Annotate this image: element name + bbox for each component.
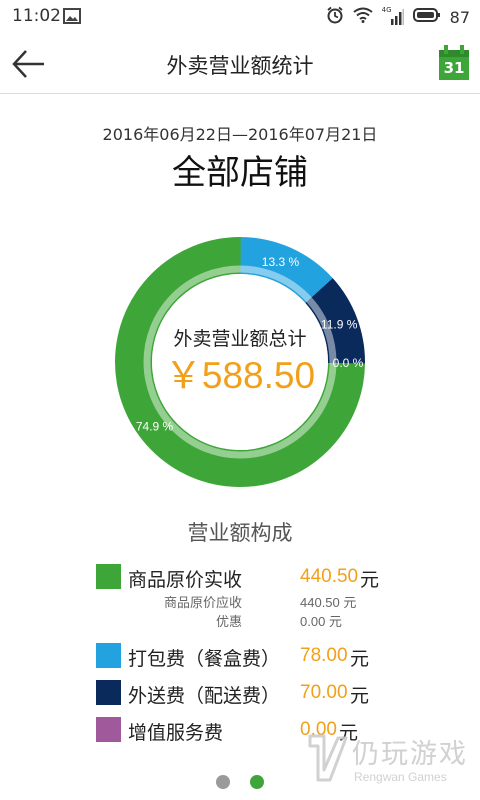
legend-row-packing: 打包费（餐盒费） 78.00 元 — [96, 643, 436, 670]
legend-swatch — [96, 564, 121, 589]
legend-label: 增值服务费 — [128, 722, 224, 744]
legend-amount: 440.50 — [300, 566, 359, 587]
donut-percent-label: 74.9 % — [136, 419, 174, 433]
legend-unit: 元 — [360, 569, 380, 591]
legend-unit: 元 — [350, 648, 370, 670]
page-title: 外卖营业额统计 — [166, 54, 314, 78]
watermark-cn: 仍玩游戏 — [352, 739, 468, 770]
legend-swatch — [96, 643, 121, 668]
alarm-icon — [326, 6, 344, 28]
sub-value: 440.50 元 — [300, 595, 357, 610]
watermark-logo-icon — [308, 734, 348, 782]
watermark: 仍玩游戏 Rengwan Games — [302, 728, 472, 790]
legend-row-delivery: 外送费（配送费） 70.00 元 — [96, 680, 436, 707]
battery-level: 87 — [449, 7, 470, 27]
donut-percent-label: 13.3 % — [262, 255, 300, 269]
watermark-en: Rengwan Games — [354, 770, 447, 784]
page-dot[interactable] — [250, 775, 264, 789]
legend-label: 打包费（餐盒费） — [128, 648, 281, 670]
battery-icon — [412, 7, 441, 27]
wifi-icon — [353, 7, 373, 27]
sub-row-discount: 优惠 0.00 元 — [96, 611, 436, 630]
legend-label: 外送费（配送费） — [128, 685, 281, 707]
app-bar: 外卖营业额统计 31 — [0, 34, 480, 94]
calendar-button[interactable]: 31 — [438, 45, 470, 81]
sub-label: 优惠 — [215, 615, 242, 630]
legend-swatch — [96, 680, 121, 705]
legend-amount: 78.00 — [300, 645, 348, 666]
sub-label: 商品原价应收 — [163, 596, 242, 611]
calendar-day: 31 — [443, 59, 465, 77]
status-time: 11:02 — [12, 6, 61, 26]
breakdown-title: 营业额构成 — [187, 521, 293, 545]
legend-amount: 70.00 — [300, 682, 348, 703]
sub-row-receivable: 商品原价应收 440.50 元 — [96, 592, 436, 611]
date-range[interactable]: 2016年06月22日—2016年07月21日 — [0, 121, 480, 145]
legend-swatch — [96, 717, 121, 742]
legend-row-goods: 商品原价实收 440.50 元 — [96, 564, 436, 591]
status-icons: 4G 87 — [326, 6, 470, 28]
legend-unit: 元 — [350, 685, 370, 707]
page-dot[interactable] — [216, 775, 230, 789]
image-icon — [63, 8, 81, 28]
status-bar: 11:02 4G 87 — [0, 0, 480, 34]
signal-icon: 4G — [382, 6, 404, 26]
sub-value: 0.00 元 — [300, 614, 342, 629]
store-selector[interactable]: 全部店铺 — [0, 145, 480, 194]
legend-label: 商品原价实收 — [128, 569, 243, 591]
total-value: ￥588.50 — [164, 355, 316, 396]
